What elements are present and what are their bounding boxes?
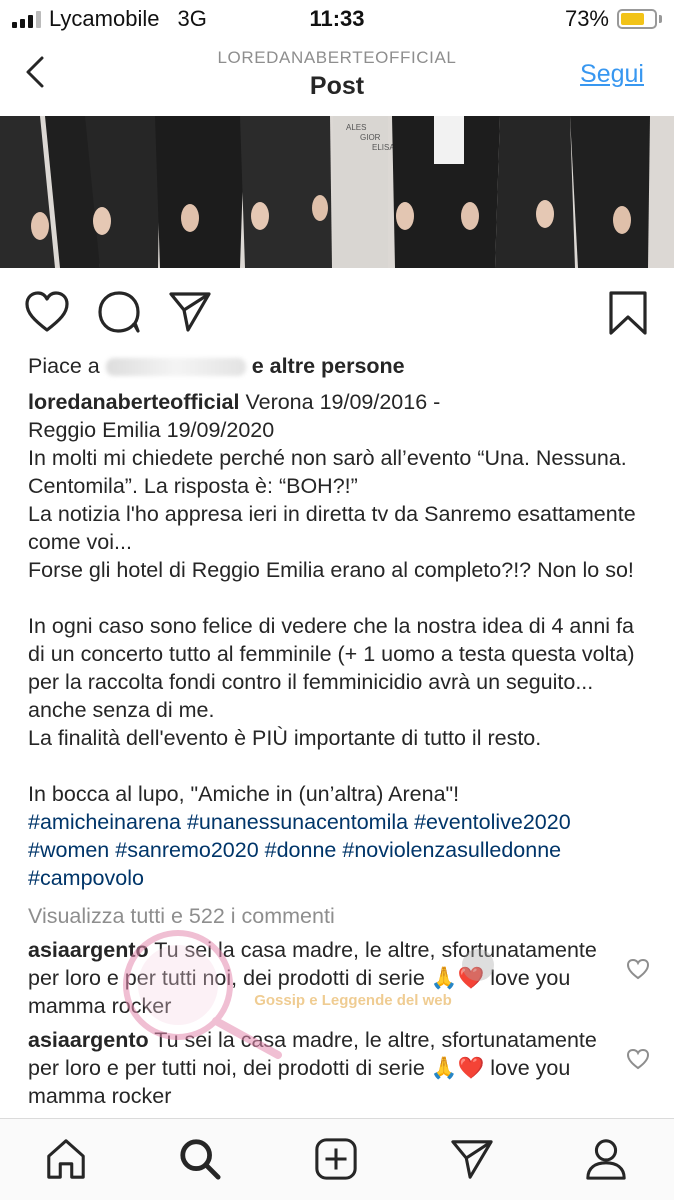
new-post-icon[interactable]: [314, 1137, 358, 1181]
comment-icon[interactable]: [97, 290, 141, 334]
heart-icon[interactable]: [24, 290, 70, 334]
caption-line: [28, 584, 654, 612]
svg-text:GIOR: GIOR: [360, 133, 381, 142]
direct-icon[interactable]: [450, 1137, 494, 1181]
post-actions: [0, 268, 674, 356]
hashtags[interactable]: #amicheinarena #unanessunacentomila #eve…: [28, 808, 654, 892]
post-image[interactable]: ALES GIOR ELISA: [0, 116, 674, 268]
view-all-comments-link[interactable]: Visualizza tutti e 522 i commenti: [28, 902, 654, 930]
comment-user[interactable]: asiaargento: [28, 1028, 149, 1052]
caption-author[interactable]: loredanaberteofficial: [28, 390, 239, 414]
follow-button[interactable]: Segui: [580, 60, 644, 89]
comment-user[interactable]: asiaargento: [28, 938, 149, 962]
status-bar: Lycamobile 3G 11:33 73%: [0, 0, 674, 38]
battery-percent: 73%: [564, 6, 609, 31]
page-title: Post: [309, 72, 365, 100]
profile-icon[interactable]: [584, 1137, 628, 1181]
caption-line: Reggio Emilia 19/09/2020: [28, 418, 275, 442]
svg-text:ALES: ALES: [346, 123, 366, 132]
bookmark-icon[interactable]: [608, 290, 648, 336]
battery-icon: [617, 9, 657, 29]
home-icon[interactable]: [44, 1137, 88, 1181]
comment-heart-icon[interactable]: [626, 958, 650, 980]
caption: loredanaberteofficial Verona 19/09/2016 …: [28, 388, 654, 892]
header-username: LOREDANABERTEOFFICIAL: [217, 48, 457, 67]
caption-line: In molti mi chiedete perché non sarò all…: [28, 446, 627, 498]
likes-prefix: Piace a: [28, 354, 100, 378]
liked-by-blurred: [105, 358, 246, 377]
bottom-tab-bar: [0, 1118, 674, 1200]
post-body: Piace a e altre persone loredanaberteoff…: [28, 352, 654, 1110]
comment-heart-icon[interactable]: [626, 1048, 650, 1070]
caption-text: Verona 19/09/2016 -: [239, 390, 441, 414]
caption-line: In ogni caso sono felice di vedere che l…: [28, 614, 635, 722]
comment-item: asiaargento Tu sei la casa madre, le alt…: [28, 936, 654, 1020]
share-icon[interactable]: [168, 290, 212, 334]
likes-summary[interactable]: Piace a e altre persone: [28, 352, 654, 380]
post-photo-illustration: ALES GIOR ELISA: [0, 116, 674, 268]
caption-line: loredanaberteofficial Verona 19/09/2016 …: [28, 388, 654, 416]
caption-line: In bocca al lupo, "Amiche in (un’altra) …: [28, 782, 460, 806]
likes-suffix: e altre persone: [251, 354, 405, 378]
caption-line: Forse gli hotel di Reggio Emilia erano a…: [28, 558, 634, 582]
caption-line: La notizia l'ho appresa ieri in diretta …: [28, 502, 636, 554]
caption-line: [28, 752, 654, 780]
svg-text:ELISA: ELISA: [372, 143, 395, 152]
comment-item: asiaargento Tu sei la casa madre, le alt…: [28, 1026, 654, 1110]
caption-line: La finalità dell'evento è PIÙ importante…: [28, 726, 542, 750]
post-header: LOREDANABERTEOFFICIAL Post Segui: [0, 38, 674, 116]
search-icon[interactable]: [178, 1137, 222, 1181]
battery-indicator: 73%: [565, 6, 662, 32]
